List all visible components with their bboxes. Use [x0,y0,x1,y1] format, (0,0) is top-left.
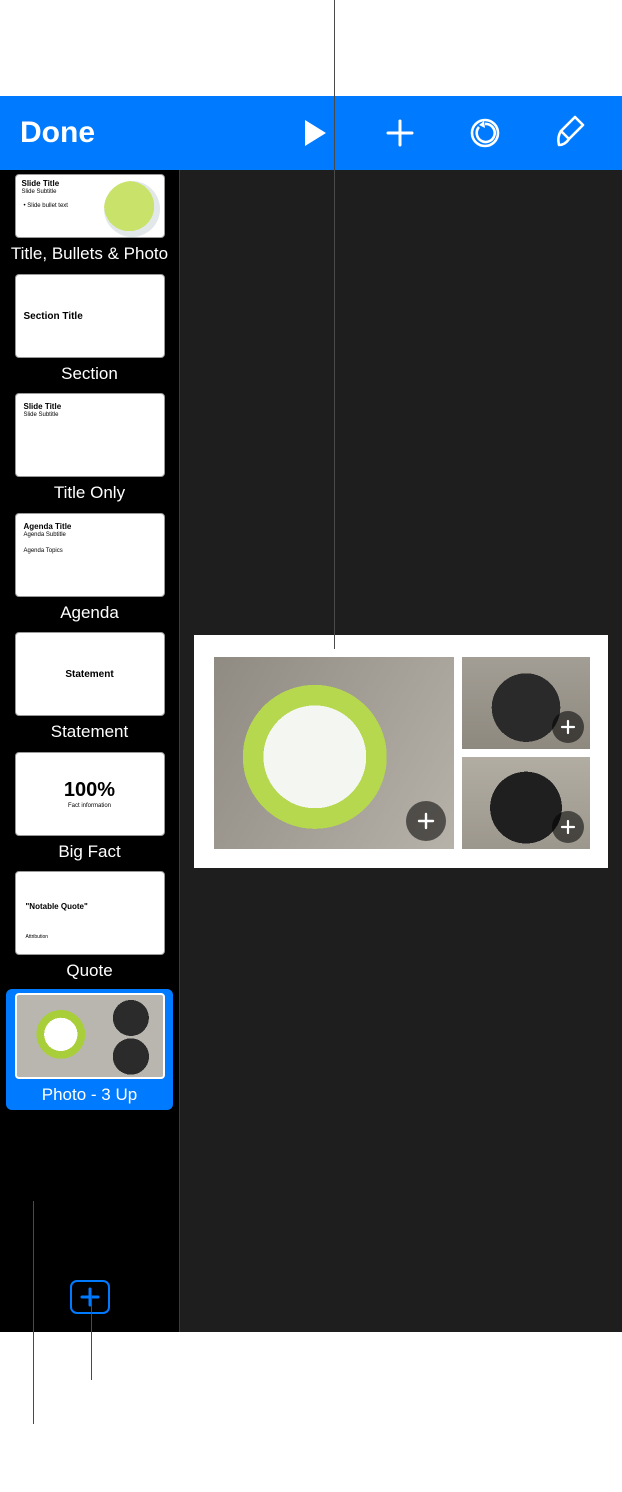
thumb-quote: "Notable Quote" [26,902,88,911]
layout-item-title-bullets-photo[interactable]: Slide Title Slide Subtitle • Slide bulle… [0,170,179,270]
slide-layout-sidebar[interactable]: Slide Title Slide Subtitle • Slide bulle… [0,170,180,1332]
keynote-app-window: Done [0,96,622,1332]
play-icon [302,118,328,148]
replace-image-button[interactable] [552,811,584,843]
layout-thumb [15,993,165,1079]
undo-button[interactable] [442,96,527,170]
thumb-title: Slide Title [22,179,60,188]
image-placeholder-main[interactable] [214,657,454,849]
thumb-photo [104,181,160,237]
layout-thumb: "Notable Quote" Attribution [15,871,165,955]
layout-item-title-only[interactable]: Slide Title Slide Subtitle Title Only [0,389,179,509]
thumb-title: Section Title [24,311,83,322]
undo-icon [468,116,502,150]
layout-thumb: 100% Fact information [15,752,165,836]
image-placeholder-bottom-right[interactable] [462,757,590,849]
slide[interactable] [194,635,608,868]
layout-item-quote[interactable]: "Notable Quote" Attribution Quote [0,867,179,987]
plus-icon [559,818,577,836]
paintbrush-icon [553,115,587,151]
thumb-big: 100% [16,779,164,802]
layout-item-section[interactable]: Section Title Section [0,270,179,390]
thumb-subtitle: Agenda Subtitle [24,532,66,538]
layout-label: Title Only [10,483,169,503]
layout-item-photo-3-up[interactable]: Photo - 3 Up [6,989,173,1111]
callout-line-bottom-b [91,1295,92,1380]
layout-thumb: Slide Title Slide Subtitle [15,393,165,477]
layout-label: Section [10,364,169,384]
callout-line-bottom-a [33,1201,34,1424]
layout-label: Statement [10,722,169,742]
plus-icon [559,718,577,736]
image-placeholder-top-right[interactable] [462,657,590,749]
thumb-subtitle: Slide Subtitle [24,412,59,418]
replace-image-button[interactable] [406,801,446,841]
thumb-title: Agenda Title [24,522,72,531]
callout-line-top [334,0,335,649]
layout-thumb: Slide Title Slide Subtitle • Slide bulle… [15,174,165,238]
layout-item-statement[interactable]: Statement Statement [0,628,179,748]
thumb-bullet: • Slide bullet text [24,203,68,209]
replace-image-button[interactable] [552,711,584,743]
plus-icon [384,117,416,149]
layout-label: Agenda [10,603,169,623]
layout-label: Title, Bullets & Photo [10,244,169,264]
layout-label: Photo - 3 Up [12,1085,167,1105]
plus-icon [415,810,437,832]
layout-label: Quote [10,961,169,981]
toolbar: Done [0,96,622,170]
layout-item-agenda[interactable]: Agenda Title Agenda Subtitle Agenda Topi… [0,509,179,629]
layout-thumb: Statement [15,632,165,716]
plus-icon [79,1286,101,1308]
format-button[interactable] [527,96,612,170]
layout-label: Big Fact [10,842,169,862]
layout-thumb: Agenda Title Agenda Subtitle Agenda Topi… [15,513,165,597]
thumb-small: Fact information [16,803,164,809]
thumb-subtitle: Slide Subtitle [22,189,57,195]
thumb-center: Statement [16,669,164,680]
play-button[interactable] [272,96,357,170]
done-button[interactable]: Done [10,116,105,150]
layout-item-big-fact[interactable]: 100% Fact information Big Fact [0,748,179,868]
slide-canvas[interactable] [180,170,622,1332]
add-slide-button[interactable] [70,1280,110,1314]
thumb-title: Slide Title [24,402,62,411]
layout-thumb: Section Title [15,274,165,358]
thumb-attribution: Attribution [26,934,49,940]
thumb-body: Agenda Topics [24,548,63,554]
insert-button[interactable] [357,96,442,170]
